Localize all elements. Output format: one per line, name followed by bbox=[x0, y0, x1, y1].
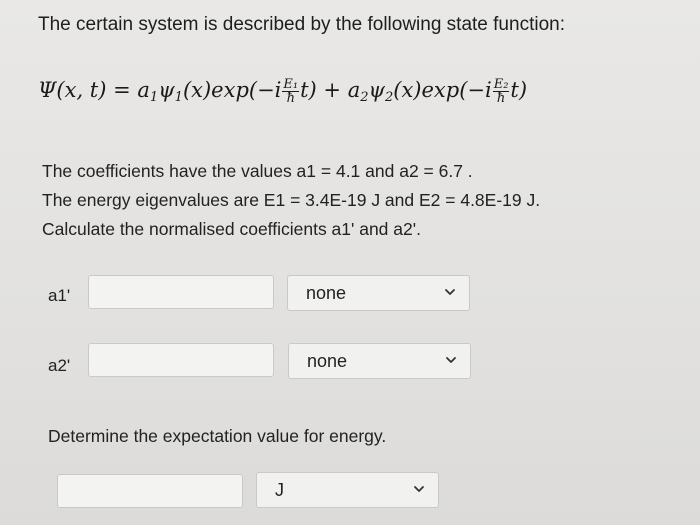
task-line: Calculate the normalised coefficients a1… bbox=[42, 219, 421, 239]
a2-unit-value: none bbox=[307, 351, 348, 371]
energy-unit-select[interactable]: J bbox=[256, 472, 439, 508]
eq-t1-denominator: ħ bbox=[286, 91, 295, 106]
a1-input[interactable] bbox=[88, 275, 274, 309]
question-page: The certain system is described by the f… bbox=[0, 0, 700, 525]
a2-label: a2' bbox=[48, 356, 71, 375]
eq-t1-coef-sub: 1 bbox=[149, 90, 159, 105]
eq-lhs: Ψ(x, t) = bbox=[38, 78, 138, 102]
a2-unit-select[interactable]: none bbox=[288, 343, 471, 379]
eq-t2-coef-sub: 2 bbox=[360, 90, 369, 105]
state-function-equation: Ψ(x, t) = a1ψ1(x)exp(−i E₁ ħ t) + a2ψ2(x)ex… bbox=[38, 78, 527, 105]
energy-input[interactable] bbox=[57, 474, 243, 508]
eq-t2-psi-sub: 2 bbox=[384, 90, 394, 105]
eq-t1-fraction: E₁ ħ bbox=[282, 77, 300, 106]
eq-t1-psi-sub: 1 bbox=[174, 90, 183, 105]
eq-t1-mid: (x)exp(−i bbox=[182, 78, 282, 102]
eq-t1-coef: a bbox=[137, 78, 150, 102]
eq-t2-end: t) bbox=[510, 78, 528, 102]
chevron-down-icon bbox=[414, 486, 424, 492]
problem-intro: The certain system is described by the f… bbox=[38, 14, 565, 35]
eq-t2-denominator: ħ bbox=[496, 91, 506, 106]
eq-t1-psi: ψ bbox=[158, 78, 175, 102]
energy-question: Determine the expectation value for ener… bbox=[48, 426, 387, 446]
eq-t1-numerator: E₁ bbox=[282, 77, 300, 92]
coefficients-line: The coefficients have the values a1 = 4.… bbox=[42, 161, 473, 181]
a2-input[interactable] bbox=[88, 343, 274, 377]
energies-line: The energy eigenvalues are E1 = 3.4E-19 … bbox=[42, 190, 541, 210]
eq-t1-end: t) + bbox=[300, 78, 348, 102]
eq-t2-fraction: E₂ ħ bbox=[492, 77, 510, 106]
eq-t2-psi: ψ bbox=[368, 78, 385, 102]
eq-t2-mid: (x)exp(−i bbox=[393, 78, 492, 102]
a1-unit-select[interactable]: none bbox=[287, 275, 470, 311]
problem-statement: The coefficients have the values a1 = 4.… bbox=[42, 157, 540, 244]
eq-t2-numerator: E₂ bbox=[492, 77, 510, 92]
a1-unit-value: none bbox=[306, 283, 347, 303]
chevron-down-icon bbox=[446, 357, 456, 363]
a1-label: a1' bbox=[48, 286, 71, 305]
energy-unit-value: J bbox=[275, 480, 284, 500]
chevron-down-icon bbox=[445, 289, 455, 295]
eq-t2-coef: a bbox=[347, 78, 361, 102]
